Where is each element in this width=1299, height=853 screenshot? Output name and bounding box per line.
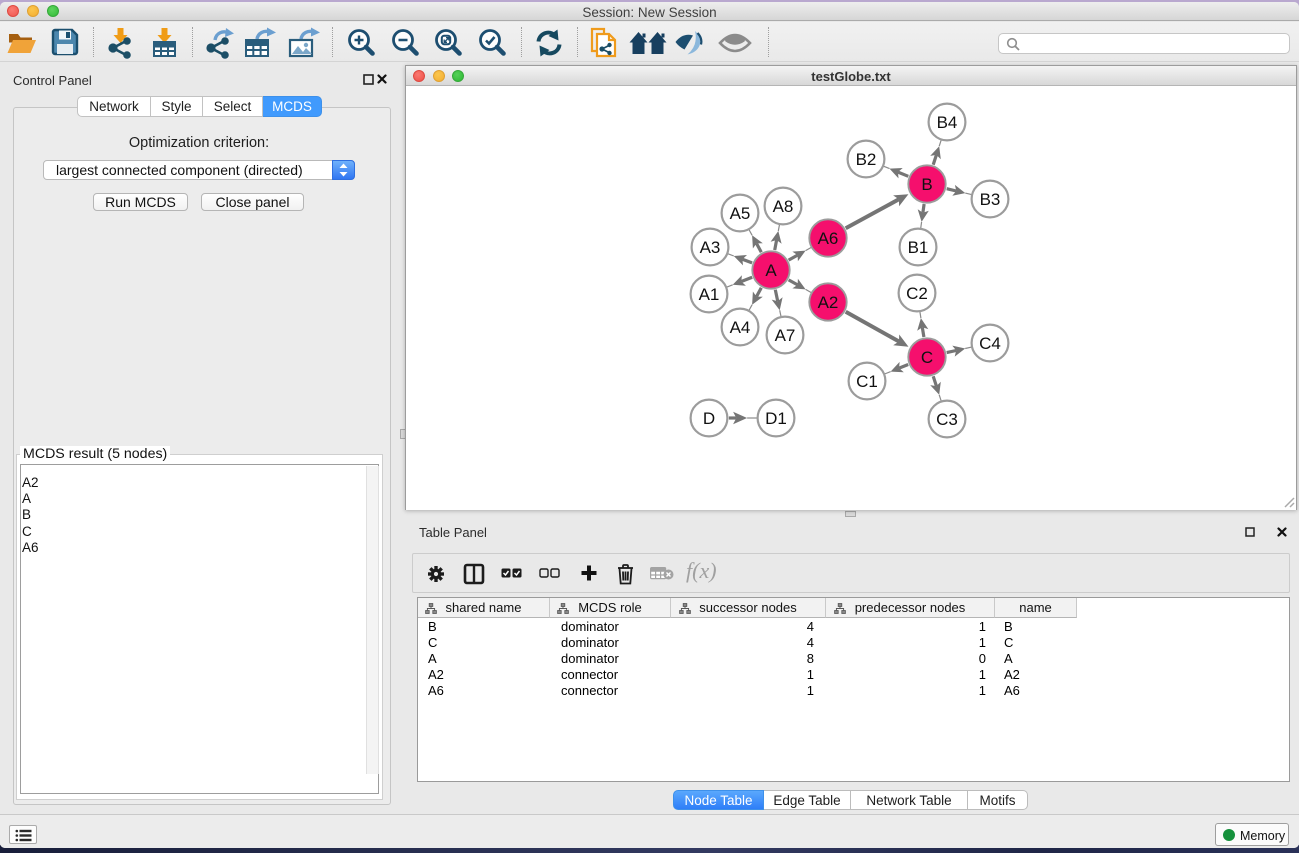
svg-text:A2: A2 — [818, 293, 839, 312]
svg-text:A: A — [765, 261, 777, 280]
svg-text:A8: A8 — [773, 197, 794, 216]
svg-text:A4: A4 — [730, 318, 751, 337]
svg-text:B4: B4 — [937, 113, 958, 132]
svg-text:D: D — [703, 409, 715, 428]
svg-text:B2: B2 — [856, 150, 877, 169]
svg-text:C4: C4 — [979, 334, 1001, 353]
svg-text:D1: D1 — [765, 409, 787, 428]
svg-text:C2: C2 — [906, 284, 928, 303]
svg-text:A1: A1 — [699, 285, 720, 304]
svg-text:B: B — [921, 175, 932, 194]
svg-text:B1: B1 — [908, 238, 929, 257]
svg-text:C3: C3 — [936, 410, 958, 429]
svg-text:C1: C1 — [856, 372, 878, 391]
svg-text:A3: A3 — [700, 238, 721, 257]
svg-text:A7: A7 — [775, 326, 796, 345]
svg-text:C: C — [921, 348, 933, 367]
svg-text:A5: A5 — [730, 204, 751, 223]
svg-text:B3: B3 — [980, 190, 1001, 209]
svg-text:A6: A6 — [818, 229, 839, 248]
